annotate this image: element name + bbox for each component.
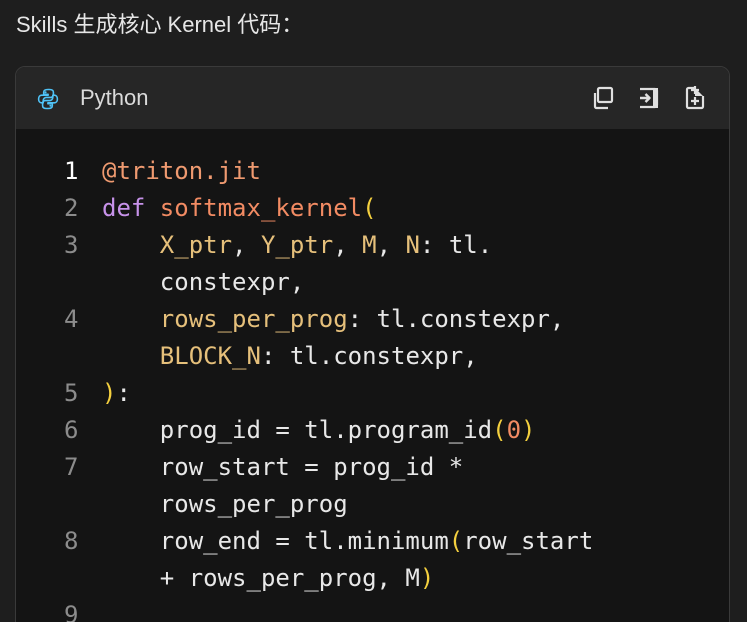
code-text: @triton.jit: [102, 153, 261, 190]
code-token: X_ptr: [159, 231, 233, 259]
code-token: ): [419, 564, 435, 592]
code-token: ,: [232, 231, 261, 259]
code-line: 5):: [16, 375, 729, 412]
insert-icon[interactable]: [636, 85, 662, 111]
code-line: 3 X_ptr, Y_ptr, M, N: tl.: [16, 227, 729, 264]
code-token: N: [405, 231, 420, 259]
code-block: Python 1 @triton.jit 2 def softmax_kernel(3…: [15, 66, 730, 622]
line-number: 3: [64, 231, 79, 259]
code-token: ,: [333, 231, 363, 259]
code-token: @triton.jit: [102, 157, 261, 185]
code-line: 8 row_end = tl.minimum(row_start: [16, 523, 729, 560]
code-line: 2 def softmax_kernel(: [16, 190, 729, 227]
code-text: prog_id = tl.program_id(0): [102, 412, 536, 449]
code-token: : tl.constexpr,: [260, 342, 478, 370]
code-token: ): [102, 379, 117, 407]
code-line: + rows_per_prog, M): [16, 560, 729, 597]
code-line: 4 rows_per_prog: tl.constexpr,: [16, 301, 729, 338]
code-token: : tl.: [419, 231, 493, 259]
code-content: 1 @triton.jit 2 def softmax_kernel(3 X_ptr,…: [16, 153, 729, 622]
code-token: ,: [376, 231, 406, 259]
code-block-header: Python: [16, 67, 729, 129]
line-number: 9: [64, 601, 79, 622]
code-text: def softmax_kernel(: [102, 190, 377, 227]
code-text: + rows_per_prog, M): [102, 560, 435, 597]
code-token: row_start: [463, 527, 594, 555]
line-number: 4: [64, 305, 79, 333]
code-text: BLOCK_N: tl.constexpr,: [102, 338, 478, 375]
page-title: Skills 生成核心 Kernel 代码：: [16, 12, 304, 37]
code-text: row_end = tl.minimum(row_start: [102, 523, 593, 560]
code-line: 7 row_start = prog_id *: [16, 449, 729, 486]
line-number: 6: [64, 416, 79, 444]
code-text: ):: [102, 375, 131, 412]
code-token: (: [448, 527, 464, 555]
line-number: 8: [64, 527, 79, 555]
code-token: + rows_per_prog, M: [102, 564, 420, 592]
code-line: BLOCK_N: tl.constexpr,: [16, 338, 729, 375]
code-token: rows_per_prog: [159, 305, 348, 333]
code-token: BLOCK_N: [159, 342, 261, 370]
code-text: row_start = prog_id *: [102, 449, 463, 486]
code-token: 0: [506, 416, 522, 444]
code-token: ): [521, 416, 536, 444]
code-token: def: [102, 194, 160, 222]
language-label: Python: [80, 85, 149, 110]
code-token: :: [116, 379, 131, 407]
line-number: 7: [64, 453, 79, 481]
code-token: row_start = prog_id *: [102, 453, 464, 481]
code-text: rows_per_prog: [102, 486, 348, 523]
code-token: : tl.constexpr,: [347, 305, 565, 333]
code-line: rows_per_prog: [16, 486, 729, 523]
code-text: X_ptr, Y_ptr, M, N: tl.: [102, 227, 492, 264]
new-file-icon[interactable]: [682, 85, 708, 111]
code-text: rows_per_prog: tl.constexpr,: [102, 301, 565, 338]
code-line: constexpr,: [16, 264, 729, 301]
code-line: 1 @triton.jit: [16, 153, 729, 190]
line-number: 5: [64, 379, 79, 407]
python-icon: [37, 88, 59, 110]
code-token: row_end = tl.minimum: [102, 527, 449, 555]
code-text: constexpr,: [102, 264, 305, 301]
code-token: prog_id = tl.program_id: [102, 416, 493, 444]
line-number: 1: [64, 157, 79, 185]
code-token: rows_per_prog: [102, 490, 348, 518]
copy-icon[interactable]: [590, 85, 616, 111]
code-line: 9: [16, 597, 729, 622]
line-number: 2: [64, 194, 79, 222]
code-token: (: [492, 416, 507, 444]
code-token: Y_ptr: [260, 231, 334, 259]
code-token: softmax_kernel: [159, 194, 363, 222]
code-token: constexpr,: [102, 268, 305, 296]
code-token: M: [362, 231, 377, 259]
code-token: (: [362, 194, 377, 222]
code-line: 6 prog_id = tl.program_id(0): [16, 412, 729, 449]
